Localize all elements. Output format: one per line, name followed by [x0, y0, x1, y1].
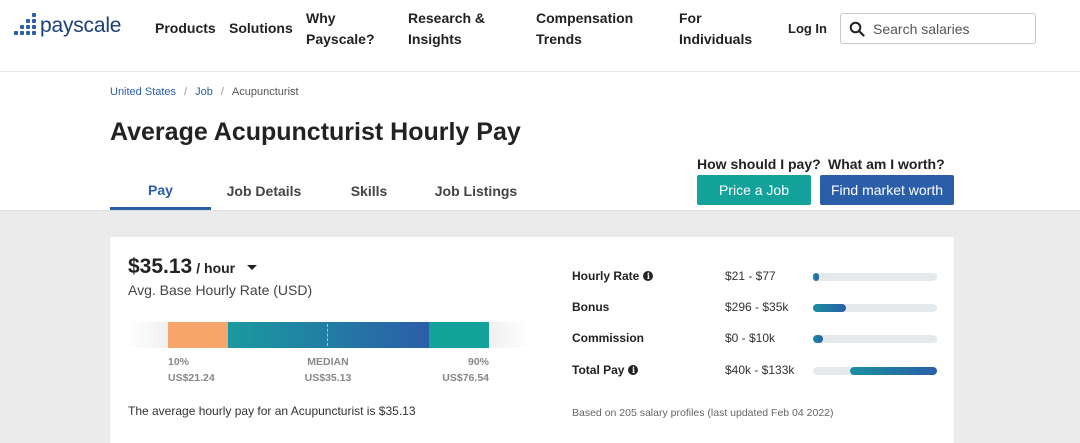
login-link[interactable]: Log In: [788, 18, 827, 39]
tab-pay[interactable]: Pay: [110, 172, 211, 210]
top-navigation: payscale Products Solutions Why Payscale…: [0, 0, 1080, 72]
pay-row-label: Hourly Rate: [572, 269, 640, 283]
price-a-job-button[interactable]: Price a Job: [697, 175, 811, 205]
pay-row-name: Total Pay i: [572, 363, 639, 377]
percentile-90-value: US$76.54: [442, 372, 489, 384]
pay-row-track: [813, 335, 937, 343]
pay-row-label: Bonus: [572, 300, 610, 314]
info-icon[interactable]: i: [628, 365, 639, 375]
what-am-i-worth-label: What am I worth?: [828, 156, 945, 172]
bar-segment-high: [429, 322, 489, 348]
percentile-median: MEDIAN US$35.13: [298, 354, 358, 386]
based-on-note: Based on 205 salary profiles (last updat…: [572, 407, 834, 419]
nav-compensation-trends[interactable]: Compensation Trends: [536, 8, 633, 50]
logo-text: payscale: [40, 14, 122, 37]
pay-row-track: [813, 367, 937, 375]
breadcrumb-separator: /: [184, 86, 188, 98]
nav-for-individuals[interactable]: For Individuals: [679, 8, 752, 50]
pay-row-label: Total Pay: [572, 363, 625, 377]
pay-row-bonus: Bonus $296 - $35k: [572, 298, 938, 318]
percentile-10-label: 10%: [168, 356, 190, 368]
pay-row-range: $40k - $133k: [725, 363, 795, 377]
tab-skills[interactable]: Skills: [336, 172, 402, 210]
nav-research-insights[interactable]: Research & Insights: [408, 8, 485, 50]
breadcrumb-separator: /: [220, 86, 224, 98]
pay-row-commission: Commission $0 - $10k: [572, 329, 938, 349]
median-marker: [327, 324, 328, 346]
breadcrumb: United States / Job / Acupuncturist: [110, 86, 299, 98]
percentile-median-label: MEDIAN: [307, 356, 349, 368]
summary-text: The average hourly pay for an Acupunctur…: [128, 404, 416, 418]
pay-row-name: Hourly Rate i: [572, 269, 654, 283]
find-market-worth-button[interactable]: Find market worth: [820, 175, 954, 205]
tab-job-details[interactable]: Job Details: [216, 172, 312, 210]
rate-value: $35.13: [128, 255, 193, 278]
hourly-rate: $35.13 / hour: [128, 255, 258, 279]
how-should-i-pay-label: How should I pay?: [697, 156, 821, 172]
breadcrumb-united-states[interactable]: United States: [110, 86, 176, 98]
search-icon: [849, 21, 865, 37]
bar-fade-left: [128, 322, 168, 348]
nav-solutions[interactable]: Solutions: [229, 18, 293, 39]
pay-row-fill: [813, 273, 820, 281]
bar-segment-low: [168, 322, 228, 348]
percentile-10-value: US$21.24: [168, 372, 215, 384]
pay-row-name: Bonus: [572, 300, 609, 314]
percentile-bar: [128, 322, 529, 348]
search-input[interactable]: [873, 20, 1023, 37]
nav-why-payscale[interactable]: Why Payscale?: [306, 8, 375, 50]
search-box[interactable]: [840, 13, 1036, 44]
pay-row-name: Commission: [572, 331, 644, 345]
pay-row-fill: [850, 367, 937, 375]
tab-job-listings[interactable]: Job Listings: [426, 172, 526, 210]
percentile-90-label: 90%: [467, 356, 489, 368]
pay-row-hourly-rate: Hourly Rate i $21 - $77: [572, 267, 938, 287]
pay-row-fill: [813, 304, 847, 312]
pay-row-track: [813, 273, 937, 281]
logo-dots-icon: [14, 13, 36, 37]
payscale-logo[interactable]: payscale: [14, 13, 122, 38]
breadcrumb-current: Acupuncturist: [231, 86, 299, 98]
rate-caption: Avg. Base Hourly Rate (USD): [128, 282, 313, 298]
chevron-down-icon[interactable]: [247, 265, 258, 270]
bar-segment-mid: [228, 322, 429, 348]
pay-row-track: [813, 304, 937, 312]
percentile-median-value: US$35.13: [304, 372, 352, 384]
pay-row-total-pay: Total Pay i $40k - $133k: [572, 361, 938, 381]
pay-row-range: $0 - $10k: [725, 331, 776, 345]
pay-row-range: $296 - $35k: [725, 300, 789, 314]
pay-row-range: $21 - $77: [725, 269, 776, 283]
percentile-10: 10% US$21.24: [168, 354, 215, 386]
breadcrumb-job[interactable]: Job: [195, 86, 213, 98]
nav-products[interactable]: Products: [155, 18, 216, 39]
rate-unit[interactable]: / hour: [196, 260, 235, 276]
pay-row-fill: [813, 335, 823, 343]
pay-row-label: Commission: [572, 331, 645, 345]
pay-summary-card: $35.13 / hour Avg. Base Hourly Rate (USD…: [110, 237, 954, 443]
percentile-90: 90% US$76.54: [428, 354, 489, 386]
page-title: Average Acupuncturist Hourly Pay: [110, 118, 521, 146]
info-icon[interactable]: i: [643, 271, 654, 281]
bar-fade-right: [489, 322, 529, 348]
